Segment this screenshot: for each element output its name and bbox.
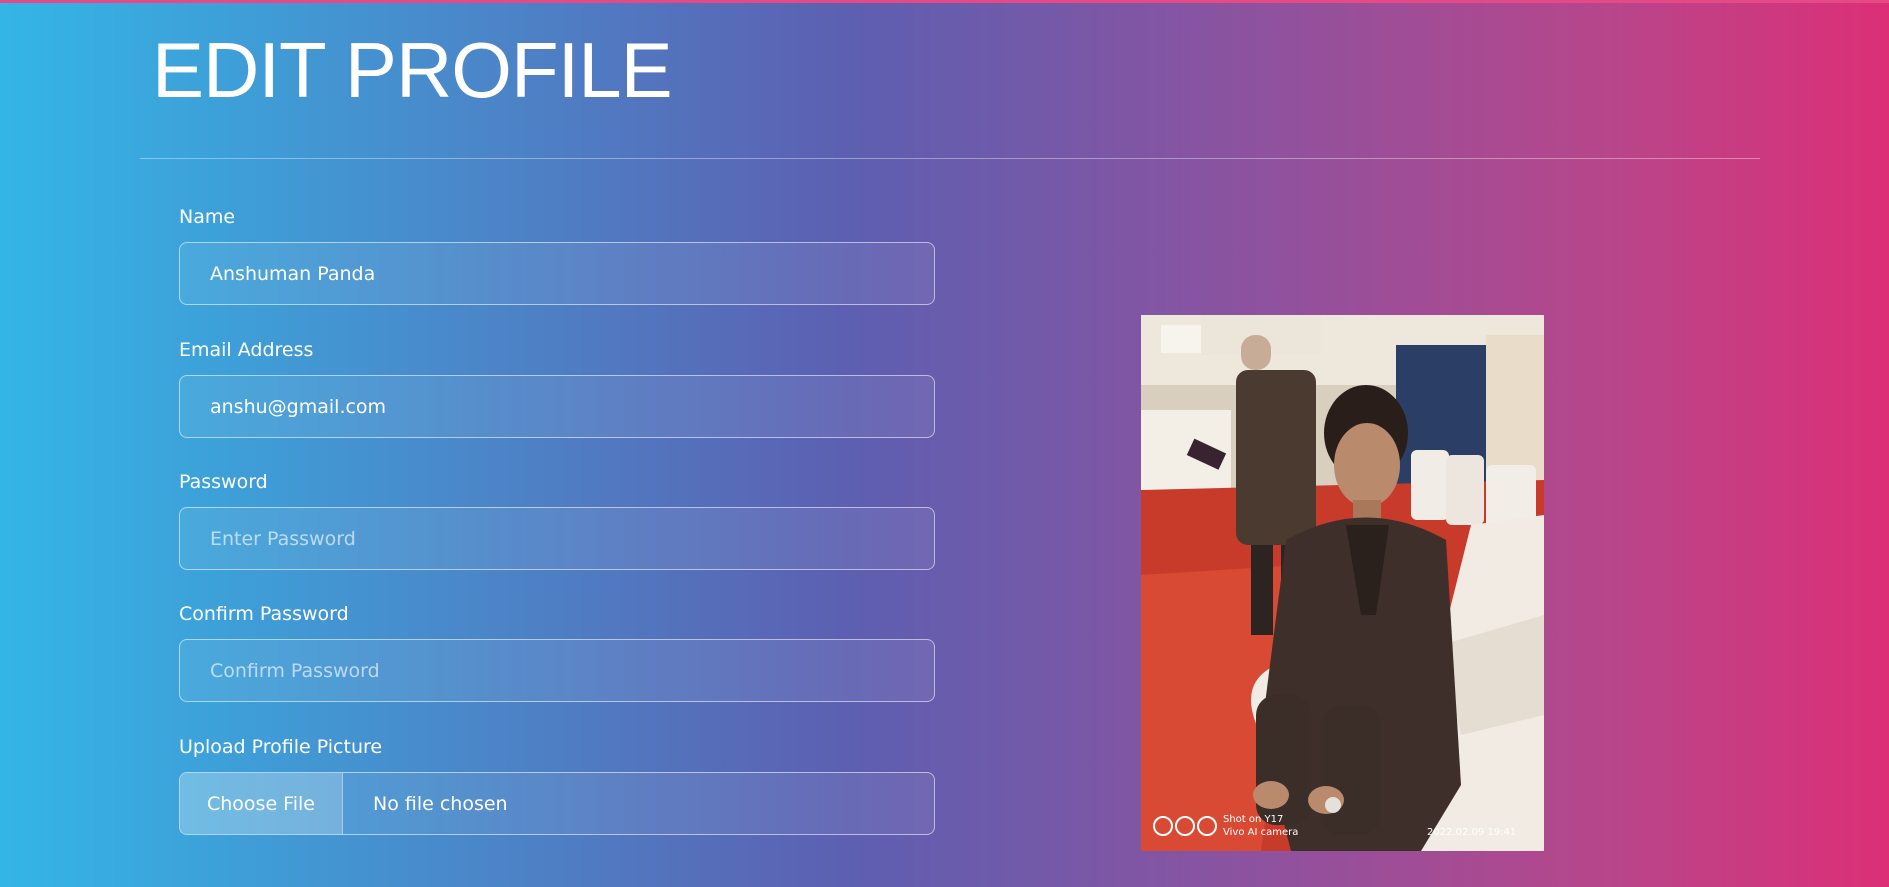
confirm-password-input[interactable] [179, 639, 935, 702]
file-upload-field[interactable]: Choose File No file chosen [179, 772, 935, 835]
upload-label: Upload Profile Picture [179, 736, 383, 758]
top-accent-line [0, 0, 1889, 3]
confirm-password-group: Confirm Password [179, 602, 935, 702]
photo-timestamp: 2022.02.09 19:41 [1427, 827, 1516, 838]
choose-file-button[interactable]: Choose File [180, 773, 343, 834]
password-group: Password [179, 470, 935, 570]
header-divider [140, 158, 1760, 159]
file-status-text: No file chosen [373, 792, 508, 815]
watermark-line-2: Vivo AI camera [1223, 827, 1298, 838]
password-label: Password [179, 471, 268, 493]
profile-picture: Shot on Y17 Vivo AI camera 2022.02.09 19… [1141, 315, 1544, 851]
upload-group: Upload Profile Picture Choose File No fi… [179, 735, 935, 835]
email-group: Email Address [179, 338, 935, 438]
page-title: EDIT PROFILE [152, 26, 673, 114]
name-input[interactable] [179, 242, 935, 305]
watermark-line-1: Shot on Y17 [1223, 814, 1283, 825]
name-group: Name [179, 205, 935, 305]
email-input[interactable] [179, 375, 935, 438]
email-label: Email Address [179, 339, 314, 361]
password-input[interactable] [179, 507, 935, 570]
confirm-password-label: Confirm Password [179, 603, 349, 625]
name-label: Name [179, 206, 236, 228]
